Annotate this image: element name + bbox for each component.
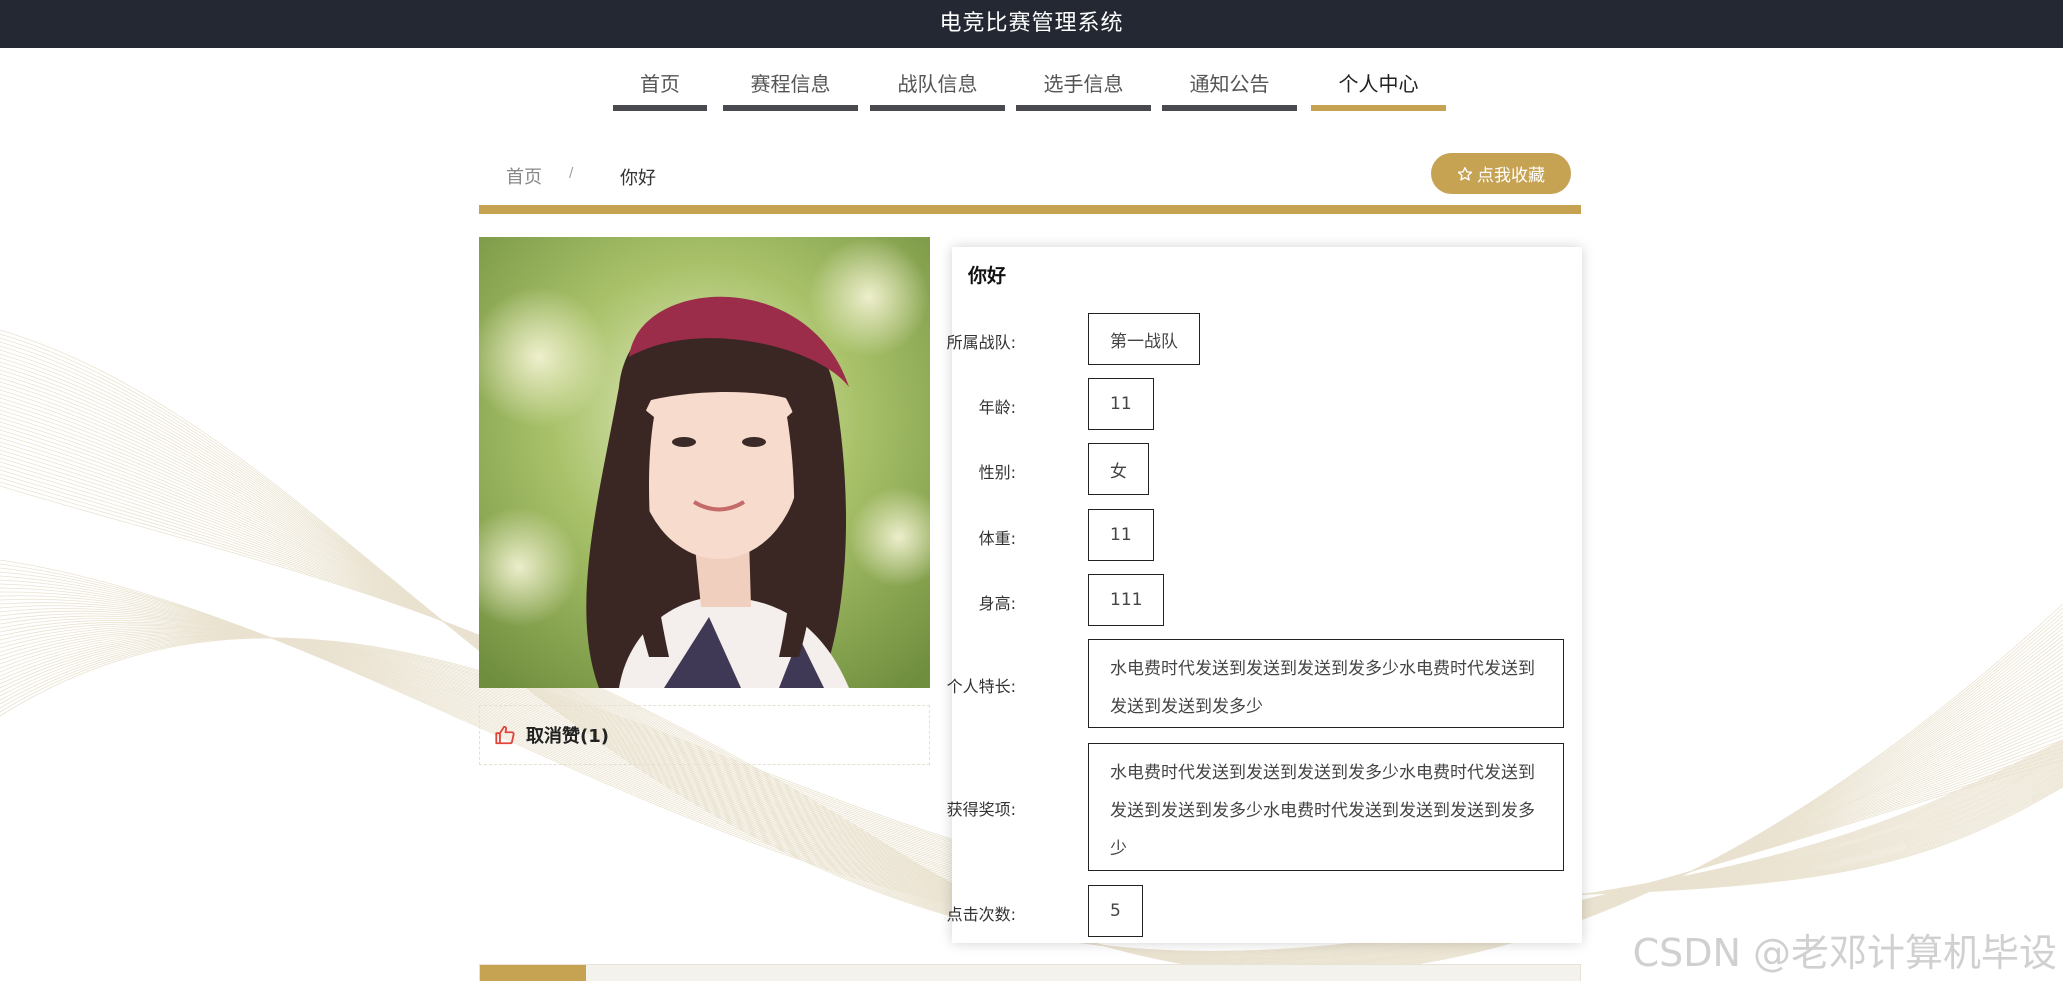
breadcrumb-current: 你好 <box>620 168 656 189</box>
field-awards: 获得奖项: 水电费时代发送到发送到发送到发多少水电费时代发送到发送到发送到发多少… <box>947 743 1582 871</box>
watermark: CSDN @老邓计算机毕设 <box>1632 931 2057 975</box>
field-height: 身高: 111 <box>952 574 1582 626</box>
tab-home[interactable]: 首页 <box>613 64 707 111</box>
field-clicks: 点击次数: 5 <box>947 885 1582 937</box>
field-label: 年龄: <box>978 398 1016 417</box>
field-label: 所属战队: <box>946 333 1016 352</box>
player-name: 你好 <box>968 265 1007 287</box>
field-value: 水电费时代发送到发送到发送到发多少水电费时代发送到发送到发送到发多少 <box>1088 639 1564 728</box>
breadcrumb-divider <box>479 205 1581 214</box>
tab-schedule[interactable]: 赛程信息 <box>723 64 858 111</box>
field-gender: 性别: 女 <box>952 443 1582 495</box>
tab-label: 首页 <box>640 72 680 96</box>
tab-label: 选手信息 <box>1043 72 1124 96</box>
bottom-section-header <box>479 964 1581 981</box>
breadcrumb-row: 首页 / 你好 点我收藏 <box>479 150 1581 216</box>
field-value: 11 <box>1088 378 1154 430</box>
field-weight: 体重: 11 <box>952 509 1582 561</box>
field-label: 点击次数: <box>946 905 1016 924</box>
like-label: 取消赞(1) <box>526 726 609 747</box>
tab-label: 个人中心 <box>1338 72 1419 96</box>
like-toggle[interactable]: 取消赞(1) <box>479 705 930 765</box>
field-label: 获得奖项: <box>946 800 1016 819</box>
field-value: 女 <box>1088 443 1149 495</box>
field-age: 年龄: 11 <box>952 378 1582 430</box>
field-specialty: 个人特长: 水电费时代发送到发送到发送到发多少水电费时代发送到发送到发送到发多少 <box>947 639 1582 728</box>
star-outline-icon <box>1457 166 1473 181</box>
tab-label: 战队信息 <box>897 72 978 96</box>
tab-teams[interactable]: 战队信息 <box>870 64 1005 111</box>
favorite-button[interactable]: 点我收藏 <box>1431 153 1571 194</box>
breadcrumb-home-link[interactable]: 首页 <box>506 163 542 189</box>
app-title: 电竞比赛管理系统 <box>939 11 1124 36</box>
field-value: 水电费时代发送到发送到发送到发多少水电费时代发送到发送到发送到发多少水电费时代发… <box>1088 743 1564 871</box>
tab-players[interactable]: 选手信息 <box>1016 64 1151 111</box>
field-value: 第一战队 <box>1088 313 1200 365</box>
main-nav: 首页 赛程信息 战队信息 选手信息 通知公告 个人中心 <box>0 64 2063 114</box>
field-value: 11 <box>1088 509 1154 561</box>
field-value: 5 <box>1088 885 1143 937</box>
tab-notices[interactable]: 通知公告 <box>1162 64 1297 111</box>
profile-card: 你好 所属战队: 第一战队 年龄: 11 性别: 女 体重: 11 身高: 11… <box>947 247 1582 943</box>
field-team: 所属战队: 第一战队 <box>947 313 1582 365</box>
field-value: 111 <box>1088 574 1165 626</box>
field-label: 个人特长: <box>946 677 1016 696</box>
bottom-section-accent <box>480 965 586 981</box>
field-label: 性别: <box>978 463 1016 482</box>
field-label: 身高: <box>978 594 1016 613</box>
tab-label: 通知公告 <box>1189 72 1270 96</box>
breadcrumb-separator: / <box>569 166 574 181</box>
player-photo <box>479 237 930 688</box>
tab-label: 赛程信息 <box>750 72 831 96</box>
top-header: 电竞比赛管理系统 <box>0 0 2063 48</box>
tab-personal-center[interactable]: 个人中心 <box>1311 64 1446 111</box>
field-label: 体重: <box>978 529 1016 548</box>
favorite-label: 点我收藏 <box>1477 166 1545 186</box>
thumbs-up-icon <box>495 725 515 745</box>
